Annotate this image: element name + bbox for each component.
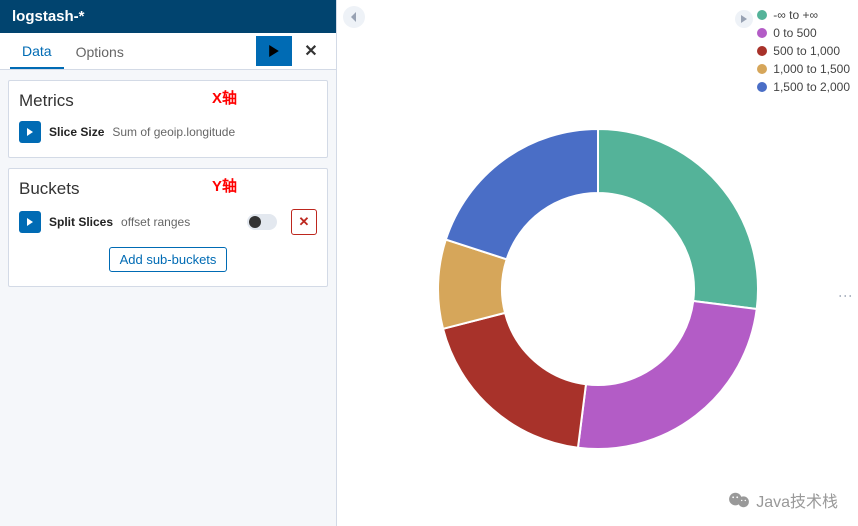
legend-label: 1,500 to 2,000 xyxy=(773,80,850,94)
wechat-icon xyxy=(728,491,750,509)
apply-changes-button[interactable] xyxy=(256,36,292,66)
caret-right-icon xyxy=(26,128,34,136)
legend-label: -∞ to +∞ xyxy=(773,8,818,22)
legend-color-dot xyxy=(757,28,767,38)
expand-bucket-button[interactable] xyxy=(19,211,41,233)
annotation-y-axis: Y轴 xyxy=(212,175,237,196)
legend-color-dot xyxy=(757,46,767,56)
remove-icon: ✕ xyxy=(299,214,310,230)
legend-color-dot xyxy=(757,10,767,20)
discard-changes-button[interactable]: ✕ xyxy=(296,36,326,66)
buckets-panel: Buckets Y轴 Split Slices offset ranges ✕ … xyxy=(8,168,328,287)
close-icon: ✕ xyxy=(304,41,317,61)
chevron-right-icon xyxy=(740,15,748,23)
legend-color-dot xyxy=(757,64,767,74)
collapse-legend-button[interactable] xyxy=(735,10,753,28)
annotation-x-axis: X轴 xyxy=(212,87,237,108)
bucket-row: Split Slices offset ranges ✕ xyxy=(19,209,317,235)
add-sub-buckets-button[interactable]: Add sub-buckets xyxy=(109,247,228,272)
legend-color-dot xyxy=(757,82,767,92)
watermark: Java技术栈 xyxy=(728,488,838,512)
donut-slice[interactable] xyxy=(443,313,586,448)
expand-metric-button[interactable] xyxy=(19,121,41,143)
tab-data[interactable]: Data xyxy=(10,33,64,69)
visualization-area: -∞ to +∞ 0 to 500 500 to 1,000 1,000 to 1,5… xyxy=(337,0,858,526)
remove-bucket-button[interactable]: ✕ xyxy=(291,209,317,235)
legend-label: 1,000 to 1,500 xyxy=(773,62,850,76)
caret-right-icon xyxy=(26,218,34,226)
donut-chart[interactable] xyxy=(428,119,768,459)
panel-tabs: Data Options ✕ xyxy=(0,33,336,70)
index-pattern-title: logstash-* xyxy=(0,0,336,33)
metric-sublabel: Sum of geoip.longitude xyxy=(112,125,235,139)
donut-slice[interactable] xyxy=(445,129,597,259)
legend-item[interactable]: 0 to 500 xyxy=(757,26,850,40)
metrics-panel: Metrics X轴 Slice Size Sum of geoip.longi… xyxy=(8,80,328,158)
metric-label: Slice Size xyxy=(49,125,104,139)
legend-item[interactable]: 1,000 to 1,500 xyxy=(757,62,850,76)
buckets-title: Buckets xyxy=(19,179,317,199)
bucket-label: Split Slices xyxy=(49,215,113,229)
tab-options[interactable]: Options xyxy=(64,34,136,68)
metrics-title: Metrics xyxy=(19,91,317,111)
expand-chart-handle[interactable]: ⋮ xyxy=(838,289,854,303)
collapse-sidebar-button[interactable] xyxy=(343,6,365,28)
legend-label: 500 to 1,000 xyxy=(773,44,840,58)
watermark-text: Java技术栈 xyxy=(756,488,838,512)
legend-item[interactable]: -∞ to +∞ xyxy=(757,8,850,22)
metric-row: Slice Size Sum of geoip.longitude xyxy=(19,121,317,143)
bucket-enable-toggle[interactable] xyxy=(247,214,277,230)
legend-label: 0 to 500 xyxy=(773,26,816,40)
legend-item[interactable]: 1,500 to 2,000 xyxy=(757,80,850,94)
donut-slice[interactable] xyxy=(577,301,756,449)
legend-item[interactable]: 500 to 1,000 xyxy=(757,44,850,58)
chart-legend: -∞ to +∞ 0 to 500 500 to 1,000 1,000 to 1,5… xyxy=(757,8,850,98)
play-icon xyxy=(268,45,280,57)
chevron-left-icon xyxy=(349,12,359,22)
donut-slice[interactable] xyxy=(598,129,758,309)
bucket-sublabel: offset ranges xyxy=(121,215,190,229)
